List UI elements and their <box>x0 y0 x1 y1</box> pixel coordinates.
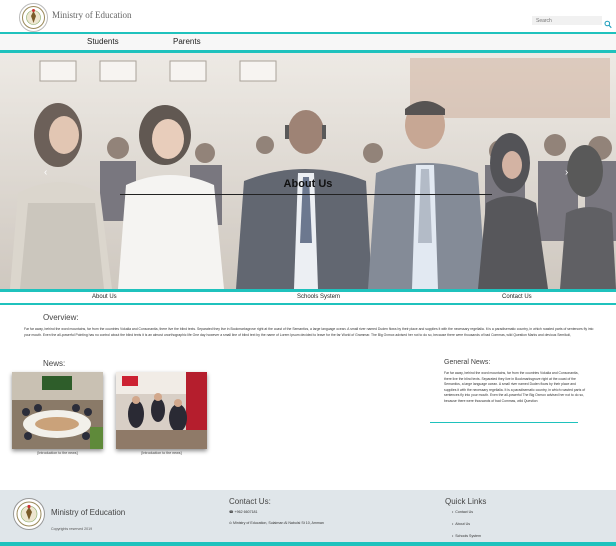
overview-title: Overview: <box>43 313 79 322</box>
footer-link-schools-system[interactable]: Schools System <box>452 534 481 538</box>
news-photo <box>116 372 207 449</box>
news-card[interactable] <box>12 372 103 449</box>
news-caption: [Introduction to the news] <box>141 451 182 455</box>
search-icon[interactable] <box>604 16 612 29</box>
overview-text: Far far away, behind the word mountains,… <box>24 327 594 337</box>
hero-title-underline <box>120 194 492 195</box>
footer-quick-links-title: Quick Links <box>445 497 487 506</box>
link-about-us[interactable]: About Us <box>92 294 117 300</box>
hero-carousel: About Us ‹ › <box>0 53 616 289</box>
footer-divider <box>0 542 616 546</box>
news-title: News: <box>43 359 66 368</box>
general-news-divider <box>430 422 578 423</box>
hero-overlay <box>0 53 616 289</box>
news-card[interactable] <box>116 372 207 449</box>
carousel-next-icon[interactable]: › <box>565 167 568 178</box>
news-caption: [Introduction to the news] <box>37 451 78 455</box>
ministry-emblem-icon[interactable] <box>19 3 48 32</box>
general-news-title: General News: <box>444 359 491 366</box>
footer-phone: ☎ +962 6607181 <box>229 510 258 514</box>
footer-title: Ministry of Education <box>51 508 126 517</box>
link-schools-system[interactable]: Schools System <box>297 294 340 300</box>
ministry-emblem-icon <box>13 498 45 530</box>
footer-address: ⊙ Ministry of Education, Sulaiman Al Nab… <box>229 521 324 525</box>
header: Ministry of Education <box>0 0 616 34</box>
carousel-prev-icon[interactable]: ‹ <box>44 167 47 178</box>
link-contact-us[interactable]: Contact Us <box>502 294 532 300</box>
footer: Ministry of Education Copyrights reserve… <box>0 490 616 546</box>
site-title: Ministry of Education <box>52 10 132 20</box>
search-input[interactable] <box>532 16 602 25</box>
news-photo <box>12 372 103 449</box>
general-news-text: Far far away, behind the word mountains,… <box>444 371 586 403</box>
footer-contact-title: Contact Us: <box>229 497 271 506</box>
footer-link-contact-us[interactable]: Contact Us <box>452 510 473 514</box>
nav-students[interactable]: Students <box>87 37 119 46</box>
nav-parents[interactable]: Parents <box>173 37 201 46</box>
footer-link-about-us[interactable]: About Us <box>452 522 470 526</box>
links-divider <box>0 303 616 305</box>
footer-copyright: Copyrights reserved 2019 <box>51 527 93 531</box>
hero-title: About Us <box>283 178 333 190</box>
navbar: Students Parents <box>0 34 616 50</box>
